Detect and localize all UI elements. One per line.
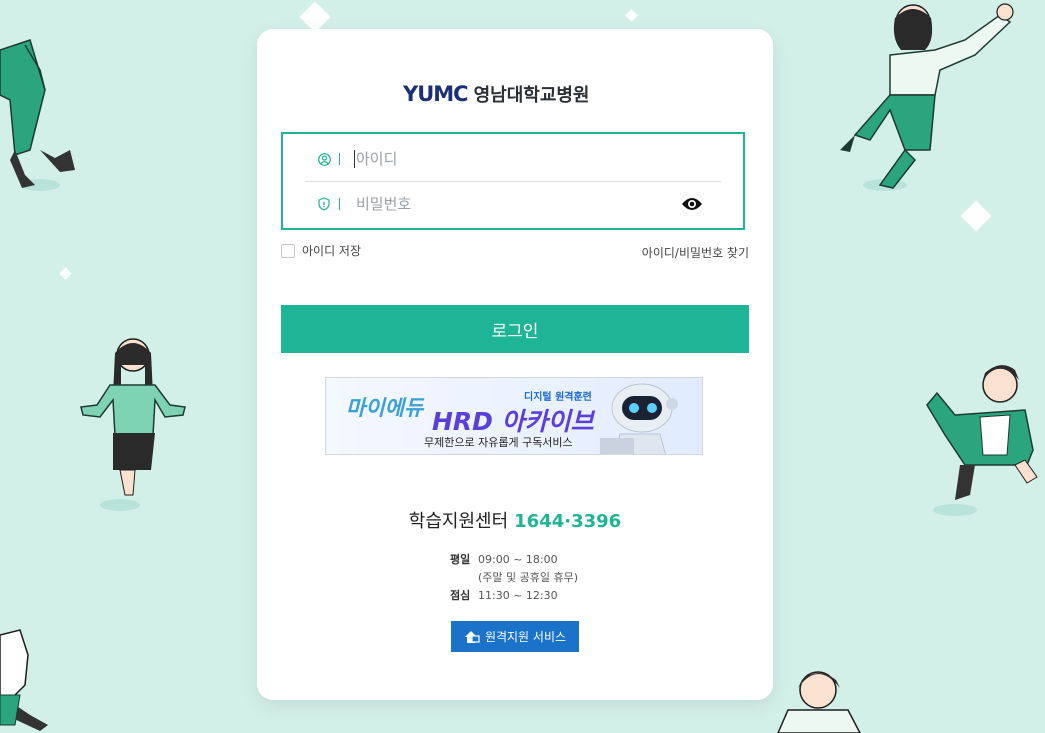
logo-mark: YUMC — [403, 82, 469, 106]
logo-name: 영남대학교병원 — [473, 85, 590, 106]
person-illustration-bottom-right — [777, 671, 861, 733]
remember-id-label: 아이디 저장 — [302, 244, 362, 258]
field-separator — [339, 153, 340, 165]
password-input[interactable] — [354, 194, 658, 214]
remote-support-label: 원격지원 서비스 — [484, 630, 567, 644]
remember-id-checkbox[interactable] — [281, 243, 295, 258]
login-button[interactable]: 로그인 — [281, 305, 749, 353]
banner-tag: 디지털 원격훈련 — [524, 392, 592, 403]
login-card: YUMC 영남대학교병원 아이디 저장 아이디/비밀번호 찾기 로그인 — [257, 29, 773, 700]
find-account-link[interactable]: 아이디/비밀번호 찾기 — [642, 244, 749, 261]
banner-title-b: HRD 아카이브 — [432, 407, 594, 436]
shield-icon — [317, 197, 331, 211]
field-separator — [339, 198, 340, 210]
eye-icon[interactable] — [681, 195, 703, 213]
person-illustration-top-right — [840, 3, 1014, 191]
password-field — [305, 182, 721, 226]
hrd-archive-banner[interactable]: 마이에듀 HRD 아카이브 디지털 원격훈련 무제한으로 자유롭게 구독서비스 — [325, 377, 703, 455]
remember-id[interactable]: 아이디 저장 — [281, 242, 361, 259]
banner-subtitle: 무제한으로 자유롭게 구독서비스 — [424, 436, 573, 449]
deco-diamond — [625, 9, 638, 22]
weekday-note: (주말 및 공휴일 휴무) — [478, 571, 579, 584]
deco-diamond — [59, 267, 72, 280]
support-center-label: 학습지원센터 — [408, 511, 509, 532]
remote-support-button[interactable]: 원격지원 서비스 — [451, 621, 579, 652]
person-illustration-left-middle — [80, 338, 186, 511]
remote-support-icon — [464, 630, 480, 643]
weekday-hours: 09:00 ~ 18:00 — [478, 553, 558, 566]
login-form — [281, 132, 745, 230]
weekday-label: 평일 — [450, 553, 471, 566]
banner-title-a: 마이에듀 — [346, 396, 424, 420]
lunch-label: 점심 — [450, 589, 471, 602]
person-illustration-top-left — [0, 39, 75, 191]
hospital-logo: YUMC 영남대학교병원 — [403, 81, 590, 107]
deco-diamond — [299, 1, 331, 33]
support-center-title: 학습지원센터 1644·3396 — [257, 507, 773, 533]
user-icon — [317, 152, 331, 166]
lunch-hours: 11:30 ~ 12:30 — [478, 589, 558, 602]
person-illustration-right-middle — [926, 365, 1038, 516]
support-hours: 평일 09:00 ~ 18:00 (주말 및 공휴일 휴무) 점심 11:30 ~ … — [450, 551, 578, 605]
deco-diamond — [960, 200, 992, 232]
robot-icon — [600, 383, 678, 454]
support-phone: 1644·3396 — [514, 511, 622, 532]
person-illustration-bottom-left — [0, 629, 48, 731]
id-field — [305, 137, 721, 182]
id-input[interactable] — [354, 149, 658, 169]
